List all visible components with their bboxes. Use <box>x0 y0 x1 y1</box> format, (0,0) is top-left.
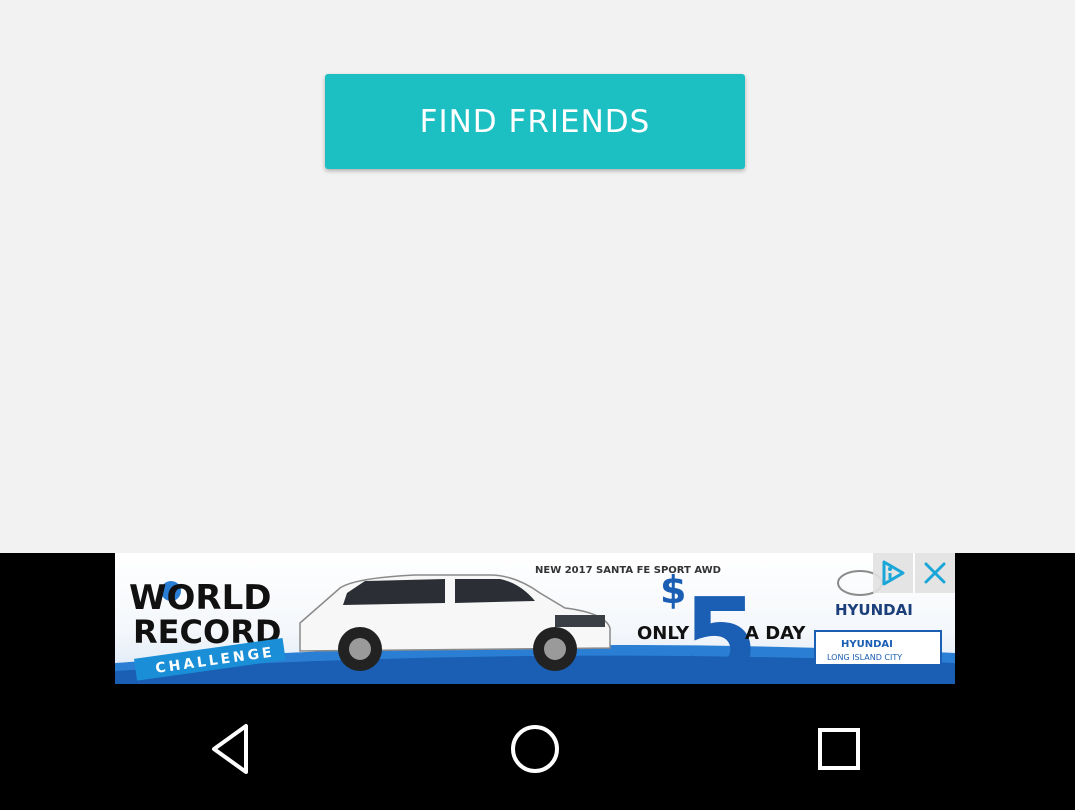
back-triangle-icon <box>212 724 248 774</box>
ad-strip: WORLD RECORD CHALLENGE NEW 2017 SANTA FE… <box>0 553 1075 684</box>
ad-price-left: ONLY <box>637 623 690 644</box>
adchoices-button[interactable] <box>873 553 913 593</box>
close-icon <box>924 562 946 584</box>
ad-headline-line1: WORLD <box>129 578 271 618</box>
app-screen: FIND FRIENDS WORLD RECORD CHALLENGE NEW … <box>0 0 1075 810</box>
main-content: FIND FRIENDS <box>0 0 1075 553</box>
ad-artwork: WORLD RECORD CHALLENGE NEW 2017 SANTA FE… <box>115 565 955 684</box>
home-circle-icon <box>511 725 559 773</box>
ad-close-button[interactable] <box>915 553 955 593</box>
nav-back-button[interactable] <box>198 714 268 784</box>
ad-banner[interactable]: WORLD RECORD CHALLENGE NEW 2017 SANTA FE… <box>115 553 955 684</box>
ad-dealer-line1: HYUNDAI <box>841 639 893 650</box>
ad-price-right: A DAY <box>745 623 806 644</box>
adchoices-icon <box>882 560 905 586</box>
ad-dealer-line2: LONG ISLAND CITY <box>827 653 902 662</box>
nav-recents-button[interactable] <box>804 714 874 784</box>
find-friends-button[interactable]: FIND FRIENDS <box>325 74 745 169</box>
recents-square-icon <box>818 728 860 770</box>
nav-home-button[interactable] <box>500 714 570 784</box>
ad-brand: HYUNDAI <box>835 601 913 619</box>
ad-controls <box>871 553 955 593</box>
ad-model-line: NEW 2017 SANTA FE SPORT AWD <box>535 565 721 576</box>
system-nav-bar <box>0 684 1075 810</box>
